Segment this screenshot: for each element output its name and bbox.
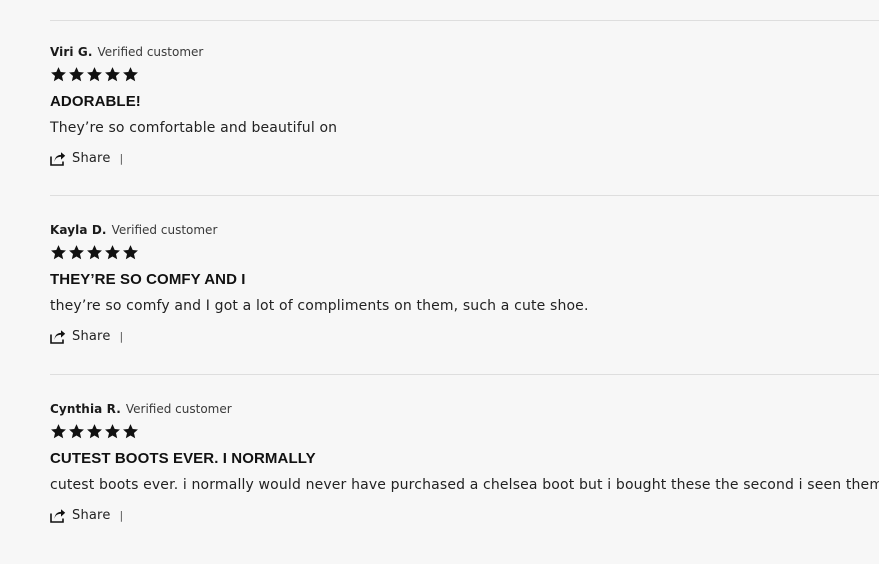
review-author: Kayla D. (50, 223, 107, 237)
star-rating (50, 244, 139, 261)
share-icon (50, 151, 66, 166)
review-divider (50, 20, 879, 21)
share-label: Share (72, 508, 111, 523)
share-button[interactable]: Share (50, 329, 111, 344)
star-icon (105, 424, 120, 439)
action-separator: | (119, 509, 124, 522)
review-actions: Share | (50, 508, 123, 523)
star-icon (51, 67, 66, 82)
review-title: THEY’RE SO COMFY AND I (50, 271, 246, 288)
reviews-list: Viri G. Verified customer ADORABLE! They… (0, 0, 879, 564)
star-icon (69, 245, 84, 260)
action-separator: | (119, 152, 124, 165)
verified-badge: Verified customer (97, 45, 204, 59)
action-separator: | (119, 330, 124, 343)
review-actions: Share | (50, 329, 123, 344)
star-icon (105, 67, 120, 82)
star-icon (51, 245, 66, 260)
review-title: ADORABLE! (50, 93, 141, 110)
review-title: CUTEST BOOTS EVER. I NORMALLY (50, 450, 316, 467)
star-icon (69, 67, 84, 82)
share-icon (50, 329, 66, 344)
verified-badge: Verified customer (111, 223, 218, 237)
share-button[interactable]: Share (50, 151, 111, 166)
review-author: Cynthia R. (50, 402, 121, 416)
star-rating (50, 423, 139, 440)
review-body: cutest boots ever. i normally would neve… (50, 477, 879, 493)
share-icon (50, 508, 66, 523)
review-item: Kayla D. Verified customer THEY’RE SO CO… (50, 223, 879, 363)
star-icon (51, 424, 66, 439)
review-body: they’re so comfy and I got a lot of comp… (50, 298, 589, 314)
star-icon (123, 67, 138, 82)
star-icon (69, 424, 84, 439)
share-label: Share (72, 329, 111, 344)
review-meta: Viri G. Verified customer (50, 45, 203, 59)
star-icon (87, 67, 102, 82)
star-icon (87, 245, 102, 260)
review-actions: Share | (50, 151, 123, 166)
review-meta: Cynthia R. Verified customer (50, 402, 232, 416)
star-icon (105, 245, 120, 260)
star-icon (123, 245, 138, 260)
star-icon (87, 424, 102, 439)
review-divider (50, 374, 879, 375)
review-item: Cynthia R. Verified customer CUTEST BOOT… (50, 402, 879, 542)
share-label: Share (72, 151, 111, 166)
review-author: Viri G. (50, 45, 93, 59)
review-item: Viri G. Verified customer ADORABLE! They… (50, 45, 879, 185)
star-rating (50, 66, 139, 83)
review-divider (50, 195, 879, 196)
review-body: They’re so comfortable and beautiful on (50, 120, 338, 136)
star-icon (123, 424, 138, 439)
verified-badge: Verified customer (125, 402, 232, 416)
review-meta: Kayla D. Verified customer (50, 223, 217, 237)
share-button[interactable]: Share (50, 508, 111, 523)
